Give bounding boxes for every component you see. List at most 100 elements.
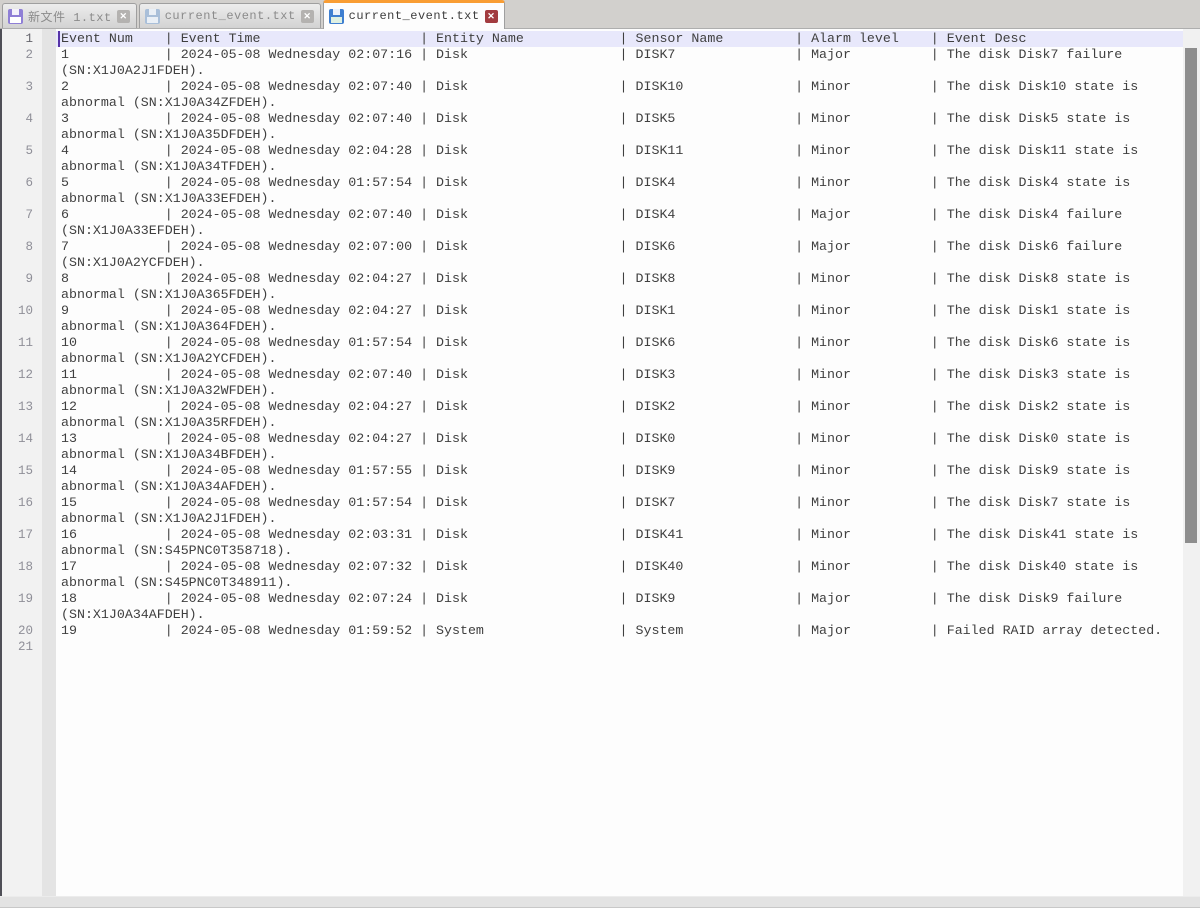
editor-pane[interactable]: 1 Event Num | Event Time | Entity Name |… — [0, 29, 1200, 896]
editor-line: 14 13 | 2024-05-08 Wednesday 02:04:27 | … — [2, 431, 1200, 463]
bookmark-margin[interactable] — [42, 527, 56, 543]
bookmark-margin[interactable] — [42, 463, 56, 479]
line-number[interactable]: 4 — [2, 111, 42, 127]
line-number[interactable]: 17 — [2, 527, 42, 543]
line-number[interactable]: 12 — [2, 367, 42, 383]
editor-line: 7 6 | 2024-05-08 Wednesday 02:07:40 | Di… — [2, 207, 1200, 239]
bookmark-margin[interactable] — [42, 591, 56, 607]
editor-line: 4 3 | 2024-05-08 Wednesday 02:07:40 | Di… — [2, 111, 1200, 143]
tab-bar: 新文件 1.txt ✕ current_event.txt ✕ current_… — [0, 0, 1200, 29]
line-number[interactable]: 3 — [2, 79, 42, 95]
horizontal-scrollbar[interactable] — [0, 896, 1200, 908]
line-number[interactable]: 19 — [2, 591, 42, 607]
editor-line: 8 7 | 2024-05-08 Wednesday 02:07:00 | Di… — [2, 239, 1200, 271]
bookmark-margin[interactable] — [42, 335, 56, 351]
editor-line: 18 17 | 2024-05-08 Wednesday 02:07:32 | … — [2, 559, 1200, 591]
line-text[interactable]: 14 | 2024-05-08 Wednesday 01:57:55 | Dis… — [56, 463, 1183, 495]
line-number[interactable]: 7 — [2, 207, 42, 223]
line-text[interactable]: 7 | 2024-05-08 Wednesday 02:07:00 | Disk… — [56, 239, 1183, 271]
line-number[interactable]: 10 — [2, 303, 42, 319]
line-number[interactable]: 16 — [2, 495, 42, 511]
line-number[interactable]: 15 — [2, 463, 42, 479]
floppy-purple-icon — [8, 9, 23, 24]
line-number[interactable]: 6 — [2, 175, 42, 191]
editor-line: 12 11 | 2024-05-08 Wednesday 02:07:40 | … — [2, 367, 1200, 399]
line-text[interactable]: 2 | 2024-05-08 Wednesday 02:07:40 | Disk… — [56, 79, 1183, 111]
editor-line: 2 1 | 2024-05-08 Wednesday 02:07:16 | Di… — [2, 47, 1200, 79]
line-text[interactable]: 6 | 2024-05-08 Wednesday 02:07:40 | Disk… — [56, 207, 1183, 239]
line-text[interactable]: 19 | 2024-05-08 Wednesday 01:59:52 | Sys… — [56, 623, 1183, 639]
vertical-scrollbar[interactable] — [1183, 29, 1200, 896]
line-text[interactable]: 5 | 2024-05-08 Wednesday 01:57:54 | Disk… — [56, 175, 1183, 207]
bookmark-margin[interactable] — [42, 367, 56, 383]
bookmark-margin[interactable] — [42, 399, 56, 415]
file-tab[interactable]: current_event.txt ✕ — [323, 0, 505, 29]
line-number[interactable]: 2 — [2, 47, 42, 63]
bookmark-margin[interactable] — [42, 47, 56, 63]
tab-label: 新文件 1.txt — [28, 8, 112, 25]
editor-line: 20 19 | 2024-05-08 Wednesday 01:59:52 | … — [2, 623, 1200, 639]
text-area[interactable]: 1 Event Num | Event Time | Entity Name |… — [2, 29, 1200, 655]
bookmark-margin[interactable] — [42, 207, 56, 223]
bookmark-margin[interactable] — [42, 623, 56, 639]
bookmark-margin[interactable] — [42, 271, 56, 287]
line-text[interactable]: 18 | 2024-05-08 Wednesday 02:07:24 | Dis… — [56, 591, 1183, 623]
line-text[interactable]: 3 | 2024-05-08 Wednesday 02:07:40 | Disk… — [56, 111, 1183, 143]
line-text[interactable]: 13 | 2024-05-08 Wednesday 02:04:27 | Dis… — [56, 431, 1183, 463]
line-number[interactable]: 8 — [2, 239, 42, 255]
line-number[interactable]: 1 — [2, 31, 42, 47]
line-text[interactable]: 12 | 2024-05-08 Wednesday 02:04:27 | Dis… — [56, 399, 1183, 431]
close-icon[interactable]: ✕ — [117, 10, 130, 23]
line-text[interactable]: 4 | 2024-05-08 Wednesday 02:04:28 | Disk… — [56, 143, 1183, 175]
line-number[interactable]: 14 — [2, 431, 42, 447]
close-icon[interactable]: ✕ — [301, 10, 314, 23]
bookmark-margin[interactable] — [42, 143, 56, 159]
editor-line: 19 18 | 2024-05-08 Wednesday 02:07:24 | … — [2, 591, 1200, 623]
line-number[interactable]: 11 — [2, 335, 42, 351]
bookmark-margin[interactable] — [42, 111, 56, 127]
file-tab[interactable]: current_event.txt ✕ — [139, 3, 321, 28]
editor-line: 15 14 | 2024-05-08 Wednesday 01:57:55 | … — [2, 463, 1200, 495]
line-text[interactable]: 16 | 2024-05-08 Wednesday 02:03:31 | Dis… — [56, 527, 1183, 559]
file-tab[interactable]: 新文件 1.txt ✕ — [2, 3, 137, 28]
tab-label: current_event.txt — [165, 9, 296, 23]
floppy-blue-icon — [329, 9, 344, 24]
editor-line: 1 Event Num | Event Time | Entity Name |… — [2, 31, 1200, 47]
bookmark-margin[interactable] — [42, 431, 56, 447]
line-number[interactable]: 5 — [2, 143, 42, 159]
bookmark-margin[interactable] — [42, 303, 56, 319]
editor-line: 9 8 | 2024-05-08 Wednesday 02:04:27 | Di… — [2, 271, 1200, 303]
editor-line: 21 — [2, 639, 1200, 655]
line-text[interactable]: 8 | 2024-05-08 Wednesday 02:04:27 | Disk… — [56, 271, 1183, 303]
bookmark-margin[interactable] — [42, 175, 56, 191]
editor-line: 17 16 | 2024-05-08 Wednesday 02:03:31 | … — [2, 527, 1200, 559]
line-text[interactable]: 9 | 2024-05-08 Wednesday 02:04:27 | Disk… — [56, 303, 1183, 335]
line-number[interactable]: 20 — [2, 623, 42, 639]
bookmark-margin[interactable] — [42, 495, 56, 511]
tab-label: current_event.txt — [349, 9, 480, 23]
line-text[interactable]: 11 | 2024-05-08 Wednesday 02:07:40 | Dis… — [56, 367, 1183, 399]
bookmark-margin[interactable] — [42, 639, 56, 655]
line-number[interactable]: 18 — [2, 559, 42, 575]
bookmark-margin[interactable] — [42, 31, 56, 47]
bookmark-margin[interactable] — [42, 559, 56, 575]
text-caret — [58, 31, 60, 47]
editor-line: 13 12 | 2024-05-08 Wednesday 02:04:27 | … — [2, 399, 1200, 431]
scrollbar-thumb[interactable] — [1185, 48, 1197, 543]
bookmark-margin[interactable] — [42, 239, 56, 255]
line-text[interactable] — [56, 639, 1183, 655]
editor-line: 11 10 | 2024-05-08 Wednesday 01:57:54 | … — [2, 335, 1200, 367]
line-number[interactable]: 13 — [2, 399, 42, 415]
editor-line: 5 4 | 2024-05-08 Wednesday 02:04:28 | Di… — [2, 143, 1200, 175]
editor-line: 10 9 | 2024-05-08 Wednesday 02:04:27 | D… — [2, 303, 1200, 335]
line-text[interactable]: 15 | 2024-05-08 Wednesday 01:57:54 | Dis… — [56, 495, 1183, 527]
line-number[interactable]: 21 — [2, 639, 42, 655]
close-icon[interactable]: ✕ — [485, 10, 498, 23]
line-number[interactable]: 9 — [2, 271, 42, 287]
line-text[interactable]: 1 | 2024-05-08 Wednesday 02:07:16 | Disk… — [56, 47, 1183, 79]
line-text[interactable]: 17 | 2024-05-08 Wednesday 02:07:32 | Dis… — [56, 559, 1183, 591]
line-text[interactable]: 10 | 2024-05-08 Wednesday 01:57:54 | Dis… — [56, 335, 1183, 367]
line-text[interactable]: Event Num | Event Time | Entity Name | S… — [56, 31, 1183, 47]
bookmark-margin[interactable] — [42, 79, 56, 95]
editor-line: 6 5 | 2024-05-08 Wednesday 01:57:54 | Di… — [2, 175, 1200, 207]
